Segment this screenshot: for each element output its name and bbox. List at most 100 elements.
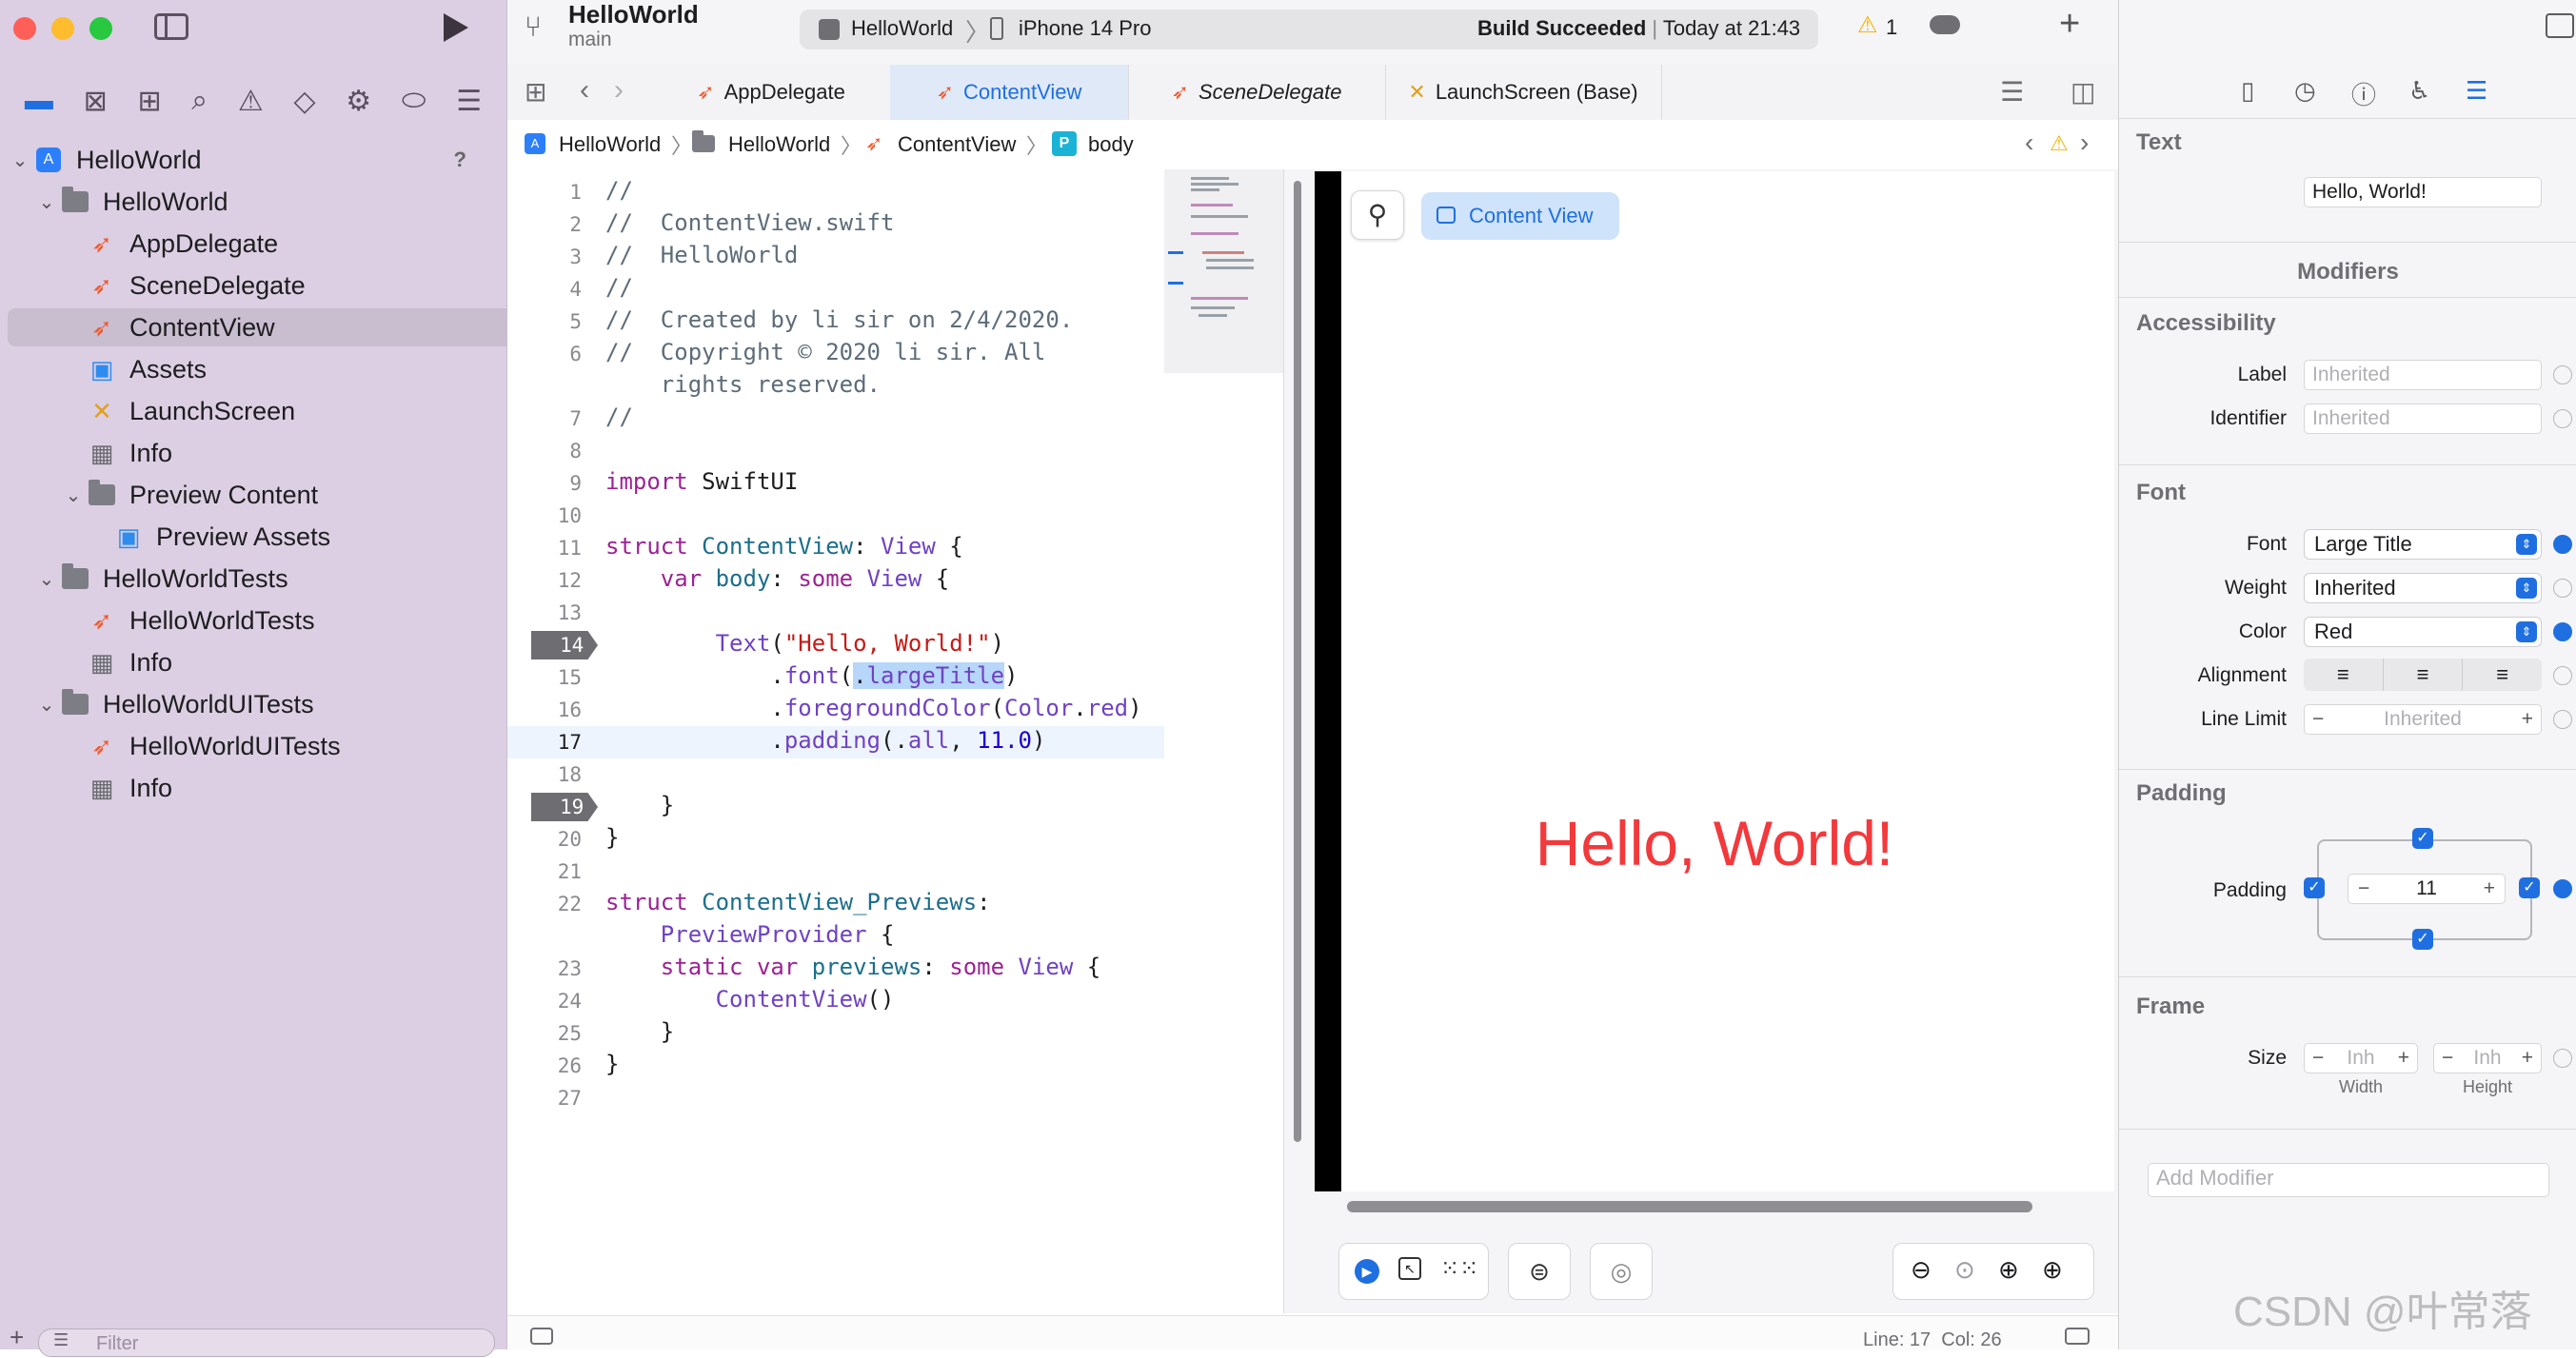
device-selector[interactable]: iPhone 14 Pro [1019,16,1151,41]
tree-item-helloworld-project[interactable]: ⌄ A HelloWorld ? [8,141,487,179]
selectable-mode-icon[interactable]: ↖ [1398,1257,1421,1280]
color-select[interactable]: Red ⇕ [2304,617,2542,647]
text-value-field[interactable]: Hello, World! [2304,177,2542,207]
zoom-fit-icon[interactable]: ⊕ [1998,1255,2019,1285]
padding-trailing-checkbox[interactable]: ✓ [2519,877,2540,898]
tree-item-assets[interactable]: ▣ Assets M [8,350,565,388]
padding-toggle[interactable] [2553,879,2572,898]
source-editor[interactable]: 1 2 3 4 5 6 7 8 9 10 11 12 13 14 15 16 1… [507,169,1164,1313]
live-preview-icon[interactable]: ▶ [1355,1259,1379,1284]
font-select[interactable]: Large Title ⇕ [2304,529,2542,560]
preview-text[interactable]: Hello, World! [1341,807,2088,879]
tree-item-appdelegate[interactable]: ➶ AppDelegate ? [8,225,565,263]
minimize-window-button[interactable] [51,17,74,40]
breakpoint-navigator-icon[interactable]: ⬭ [402,85,426,117]
increment-icon[interactable]: + [2398,1044,2409,1073]
split-editor-icon[interactable]: ◫ [2071,76,2095,108]
test-navigator-icon[interactable]: ◇ [293,85,315,118]
report-navigator-icon[interactable]: ☰ [456,85,482,118]
minimap[interactable] [1164,169,1283,373]
project-navigator-icon[interactable]: ▬ [25,85,53,117]
accessibility-label-input[interactable]: Inherited [2304,360,2542,390]
tree-item-info[interactable]: ▦ Info ? [8,434,565,472]
height-stepper[interactable]: − Inh + [2433,1043,2542,1073]
debug-area-toggle-icon[interactable] [2065,1328,2090,1345]
tree-item-tests-info[interactable]: ▦ Info [8,643,565,681]
font-toggle[interactable] [2553,535,2572,554]
weight-select[interactable]: Inherited ⇕ [2304,573,2542,603]
identifier-toggle[interactable] [2553,409,2572,428]
warning-icon[interactable]: ⚠ [2050,131,2069,156]
width-stepper[interactable]: − Inh + [2304,1043,2418,1073]
next-issue-icon[interactable]: › [2080,128,2089,158]
tree-item-scenedelegate[interactable]: ➶ SceneDelegate ? [8,266,565,305]
align-center-icon[interactable]: ≡ [2382,659,2464,691]
padding-leading-checkbox[interactable]: ✓ [2304,877,2325,898]
pin-button[interactable]: ⚲ [1351,190,1404,240]
device-settings-button[interactable]: ⊜ [1508,1243,1571,1300]
symbol-navigator-icon[interactable]: ⊞ [137,85,161,118]
attributes-inspector-icon[interactable]: ☰ [2466,76,2487,106]
chevron-down-icon[interactable]: ⌄ [34,190,59,214]
alignment-toggle[interactable] [2553,666,2572,685]
add-button[interactable]: + [2059,4,2080,45]
decrement-icon[interactable]: − [2358,875,2369,903]
chevron-down-icon[interactable]: ⌄ [34,567,59,591]
line-limit-toggle[interactable] [2553,710,2572,729]
filter-input[interactable]: Filter [38,1328,495,1357]
zoom-in-icon[interactable]: ⊕ [2042,1255,2063,1285]
tree-item-helloworldtests-group[interactable]: ⌄ HelloWorldTests [8,560,514,598]
padding-top-checkbox[interactable]: ✓ [2412,828,2433,849]
source-control-icon[interactable]: ⊠ [84,85,108,118]
run-button[interactable] [444,13,468,42]
debug-navigator-icon[interactable]: ⚙ [346,85,371,118]
tab-launchscreen[interactable]: ✕ LaunchScreen (Base) [1385,65,1662,120]
issue-navigator-icon[interactable]: ⚠ [238,85,264,118]
close-window-button[interactable] [13,17,36,40]
padding-bottom-checkbox[interactable]: ✓ [2412,929,2433,950]
jumpbar-project[interactable]: HelloWorld [559,132,661,157]
sidebar-toggle-icon[interactable] [154,13,188,40]
horizontal-scrollbar[interactable] [1347,1201,2032,1212]
cloud-icon[interactable] [1930,15,1960,34]
padding-stepper[interactable]: − 11 + [2348,874,2506,904]
increment-icon[interactable]: + [2522,705,2533,734]
tab-appdelegate[interactable]: ➶ AppDelegate [652,65,891,120]
align-left-icon[interactable]: ≡ [2304,659,2383,691]
tab-contentview[interactable]: ➶ ContentView [890,65,1129,120]
filter-options-icon[interactable]: ☰ [53,1330,69,1350]
history-inspector-icon[interactable]: ◷ [2294,76,2316,106]
color-toggle[interactable] [2553,622,2572,641]
line-limit-stepper[interactable]: − Inherited + [2304,704,2542,735]
find-navigator-icon[interactable]: ⌕ [191,85,208,117]
jumpbar-group[interactable]: HelloWorld [728,132,830,157]
accessibility-identifier-input[interactable]: Inherited [2304,403,2542,434]
breakpoint-marker[interactable]: 14 [531,631,598,659]
console-toggle-icon[interactable] [530,1328,553,1345]
tree-item-contentview[interactable]: ➶ ContentView ? [8,308,565,346]
tab-scenedelegate[interactable]: ➶ SceneDelegate [1128,65,1386,120]
accessibility-inspector-icon[interactable]: ♿ [2408,76,2430,106]
increment-icon[interactable]: + [2522,1044,2533,1073]
vertical-scrollbar[interactable] [1294,181,1301,1142]
warning-icon[interactable]: ⚠ [1857,11,1878,39]
breakpoint-marker[interactable]: 19 [531,793,598,821]
add-file-icon[interactable]: + [10,1323,24,1352]
add-modifier-input[interactable]: Add Modifier [2148,1163,2549,1197]
tree-item-uitests-info[interactable]: ▦ Info [8,769,565,807]
forward-icon[interactable]: › [614,74,624,107]
file-inspector-icon[interactable]: ▯ [2241,76,2254,106]
tree-item-helloworlduitests-file[interactable]: ➶ HelloWorldUITests [8,727,565,765]
zoom-window-button[interactable] [89,17,112,40]
label-toggle[interactable] [2553,365,2572,384]
warning-count[interactable]: 1 [1886,15,1897,40]
zoom-100-icon[interactable]: ⊙ [1954,1255,1975,1285]
device-variants-button[interactable]: ◎ [1590,1243,1653,1300]
jumpbar-file[interactable]: ContentView [898,132,1016,157]
preview-label-button[interactable]: Content View [1421,192,1619,240]
chevron-down-icon[interactable]: ⌄ [8,148,32,172]
weight-toggle[interactable] [2553,579,2572,598]
tree-item-launchscreen[interactable]: ✕ LaunchScreen [8,392,565,430]
frame-toggle[interactable] [2553,1049,2572,1068]
chevron-down-icon[interactable]: ⌄ [34,693,59,717]
